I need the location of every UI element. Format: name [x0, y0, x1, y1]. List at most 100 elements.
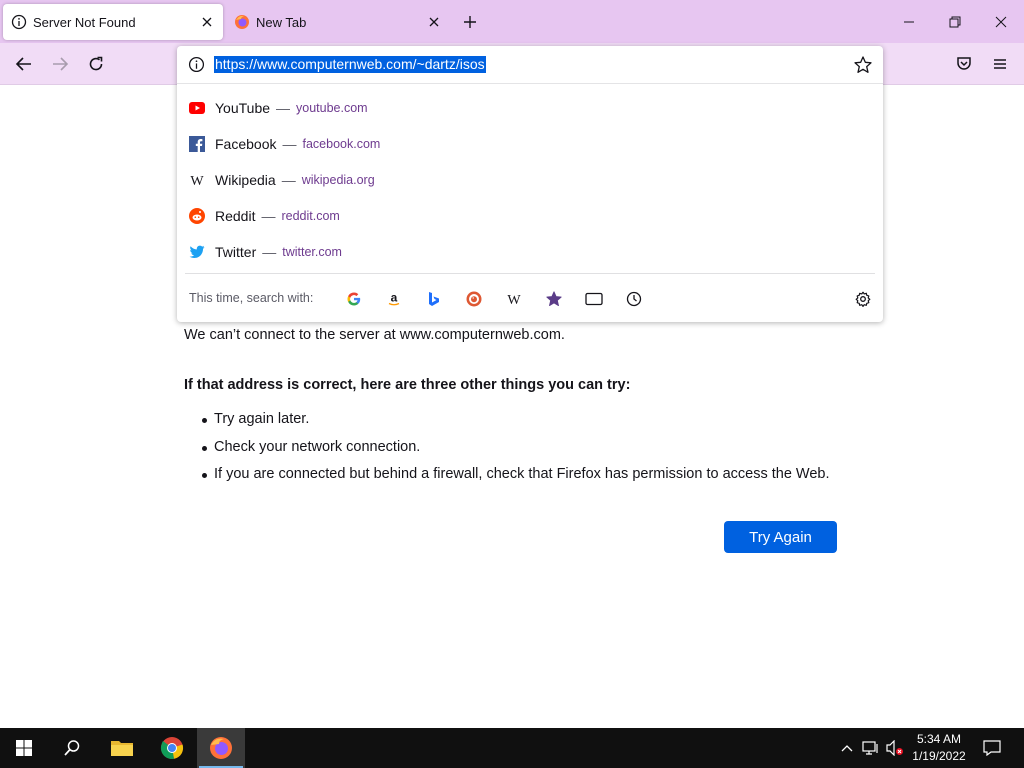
bookmark-star-icon[interactable]: [853, 55, 873, 75]
suggestion-separator: —: [261, 208, 276, 224]
history-icon[interactable]: [623, 288, 645, 310]
info-icon: [11, 14, 27, 30]
reload-button[interactable]: [82, 50, 110, 78]
close-tab-icon[interactable]: [423, 11, 445, 33]
clock-date: 1/19/2022: [912, 749, 966, 763]
forward-button[interactable]: [46, 50, 74, 78]
firefox-icon: [234, 14, 250, 30]
site-info-icon[interactable]: [188, 56, 205, 73]
forward-arrow-icon: [53, 57, 69, 71]
error-description: We can’t connect to the server at www.co…: [184, 327, 565, 343]
youtube-icon: [189, 100, 205, 116]
close-icon: [995, 16, 1007, 27]
suggestion-url: twitter.com: [282, 245, 342, 259]
search-with-label: This time, search with:: [189, 291, 314, 305]
restore-button[interactable]: [932, 0, 978, 43]
wikipedia-icon: W: [189, 172, 205, 188]
network-icon: [862, 741, 878, 755]
suggestion-wikipedia[interactable]: W Wikipedia — wikipedia.org: [177, 163, 883, 197]
back-arrow-icon: [15, 57, 31, 71]
bing-icon[interactable]: [423, 288, 445, 310]
google-icon[interactable]: [343, 288, 365, 310]
notification-icon: [983, 740, 1001, 756]
tabs-icon[interactable]: [583, 288, 605, 310]
bookmarks-icon[interactable]: [543, 288, 565, 310]
chrome-icon: [160, 737, 184, 759]
windows-logo-icon: [16, 740, 32, 756]
minimize-button[interactable]: [886, 0, 932, 43]
back-button[interactable]: [10, 50, 38, 78]
one-off-search-bar: This time, search with: a W: [177, 282, 883, 314]
error-tips-list: Try again later. Check your network conn…: [200, 411, 830, 494]
divider: [185, 273, 875, 274]
svg-text:W: W: [190, 174, 204, 188]
plus-icon: [464, 16, 476, 28]
pocket-icon: [957, 57, 971, 70]
reddit-icon: [189, 208, 205, 224]
action-center-button[interactable]: [978, 728, 1006, 768]
system-clock[interactable]: 5:34 AM 1/19/2022: [906, 731, 972, 765]
url-bar[interactable]: https://www.computernweb.com/~dartz/isos: [177, 46, 883, 84]
folder-icon: [111, 741, 133, 756]
file-explorer-button[interactable]: [98, 728, 146, 768]
url-dropdown: https://www.computernweb.com/~dartz/isos…: [177, 46, 883, 322]
tab-server-not-found[interactable]: Server Not Found: [3, 4, 223, 40]
suggestion-separator: —: [281, 172, 296, 188]
volume-button[interactable]: [884, 728, 906, 768]
start-button[interactable]: [0, 728, 48, 768]
hamburger-menu-icon: [994, 59, 1006, 69]
restore-icon: [949, 16, 961, 27]
chevron-up-icon: [841, 745, 853, 752]
duckduckgo-icon[interactable]: [463, 288, 485, 310]
chrome-button[interactable]: [148, 728, 196, 768]
close-window-button[interactable]: [978, 0, 1024, 43]
svg-text:W: W: [507, 293, 521, 307]
wikipedia-icon[interactable]: W: [503, 288, 525, 310]
suggestion-url: youtube.com: [296, 101, 368, 115]
tip-item: Try again later.: [200, 411, 830, 439]
tab-strip: Server Not Found New Tab: [0, 0, 1024, 43]
settings-icon[interactable]: [852, 288, 874, 310]
tab-title: Server Not Found: [33, 14, 136, 30]
tip-item: Check your network connection.: [200, 439, 830, 467]
windows-taskbar: 5:34 AM 1/19/2022: [0, 728, 1024, 768]
url-input[interactable]: https://www.computernweb.com/~dartz/isos: [214, 56, 486, 73]
search-icon: [64, 740, 80, 756]
suggestion-separator: —: [262, 244, 277, 260]
suggestion-title: Facebook: [215, 136, 277, 152]
search-button[interactable]: [48, 728, 96, 768]
close-tab-icon[interactable]: [196, 11, 218, 33]
network-button[interactable]: [860, 728, 882, 768]
try-again-button[interactable]: Try Again: [724, 521, 837, 553]
suggestion-reddit[interactable]: Reddit — reddit.com: [177, 199, 883, 233]
tab-title: New Tab: [256, 14, 307, 30]
amazon-icon[interactable]: a: [383, 288, 405, 310]
suggestion-title: Twitter: [215, 244, 257, 260]
app-menu-button[interactable]: [986, 50, 1014, 78]
pocket-button[interactable]: [950, 50, 978, 78]
tip-item: If you are connected but behind a firewa…: [200, 466, 830, 494]
suggestion-title: Reddit: [215, 208, 256, 224]
show-hidden-icons-button[interactable]: [838, 728, 856, 768]
minimize-icon: [904, 21, 914, 22]
suggestion-youtube[interactable]: YouTube — youtube.com: [177, 91, 883, 125]
suggestion-url: facebook.com: [302, 137, 381, 151]
svg-text:a: a: [391, 291, 398, 305]
suggestion-url: reddit.com: [281, 209, 340, 223]
volume-muted-icon: [886, 740, 903, 756]
tab-new-tab[interactable]: New Tab: [226, 4, 450, 40]
new-tab-button[interactable]: [458, 10, 482, 34]
clock-time: 5:34 AM: [916, 732, 962, 746]
facebook-icon: [189, 136, 205, 152]
suggestion-url: wikipedia.org: [301, 173, 375, 187]
suggestion-title: Wikipedia: [215, 172, 276, 188]
reload-icon: [89, 56, 103, 71]
suggestion-facebook[interactable]: Facebook — facebook.com: [177, 127, 883, 161]
error-subheading: If that address is correct, here are thr…: [184, 377, 631, 393]
suggestion-separator: —: [282, 136, 297, 152]
suggestion-title: YouTube: [215, 100, 271, 116]
firefox-icon: [210, 737, 232, 759]
suggestion-separator: —: [276, 100, 291, 116]
suggestion-twitter[interactable]: Twitter — twitter.com: [177, 235, 883, 269]
firefox-taskbar-button[interactable]: [197, 728, 245, 768]
